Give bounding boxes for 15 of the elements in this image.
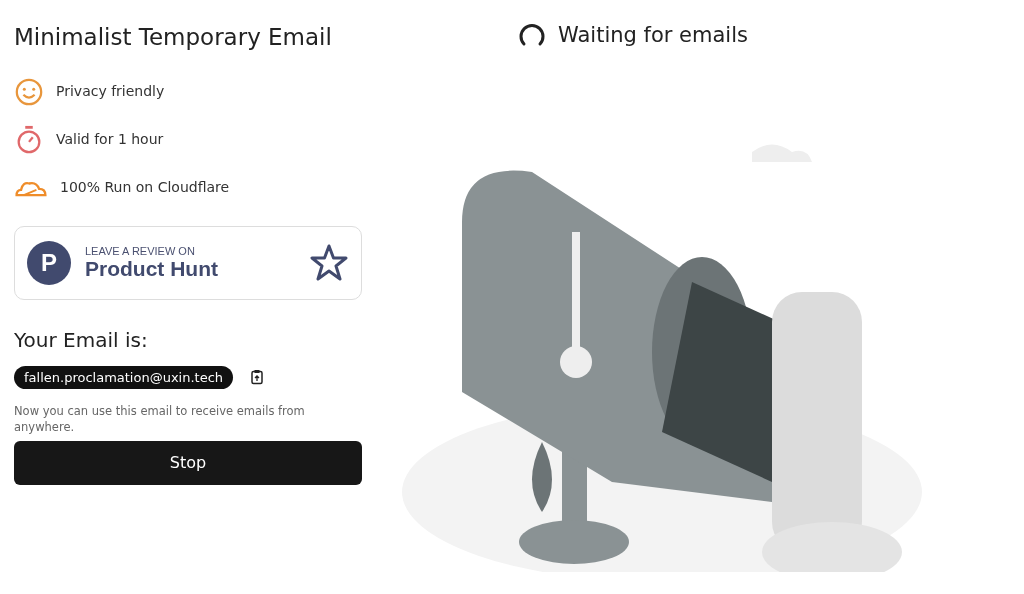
info-text: Now you can use this email to receive emails from anywhere. <box>14 403 306 436</box>
feature-text: 100% Run on Cloudflare <box>60 178 230 198</box>
feature-text: Valid for 1 hour <box>56 130 164 150</box>
copy-button[interactable] <box>249 369 266 386</box>
email-heading: Your Email is: <box>14 327 149 352</box>
star-icon <box>309 242 349 283</box>
email-address: fallen.proclamation@uxin.tech <box>14 365 234 390</box>
badge-title: Product Hunt <box>85 257 219 281</box>
badge-caption: LEAVE A REVIEW ON <box>85 245 196 258</box>
status-text: Waiting for emails <box>558 22 748 49</box>
logo-icon: P <box>27 240 71 285</box>
stop-button[interactable]: Stop <box>14 441 362 486</box>
feature-text: Privacy friendly <box>56 82 165 102</box>
page-title: Minimalist Temporary Email <box>14 24 333 52</box>
review-badge[interactable]: P LEAVE A REVIEW ON Product Hunt <box>14 225 362 300</box>
